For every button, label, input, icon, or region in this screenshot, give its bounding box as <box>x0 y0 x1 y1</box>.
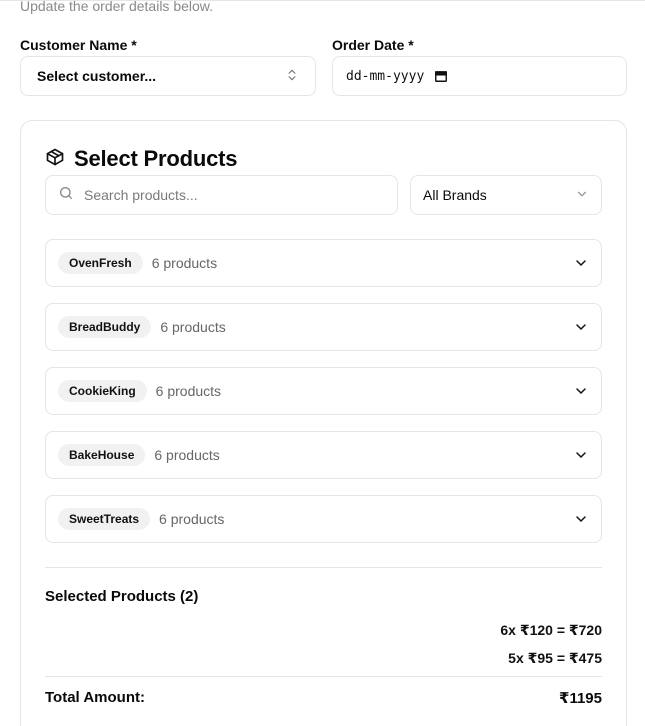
selected-products-title: Selected Products (2) <box>45 588 199 605</box>
select-products-title: Select Products <box>74 146 238 171</box>
customer-name-label: Customer Name * <box>20 37 137 53</box>
selected-line-item: 6x ₹120 = ₹720 <box>500 622 602 638</box>
chevron-down-icon <box>575 187 589 204</box>
brand-badge: SweetTreats <box>58 508 151 530</box>
brand-product-count: 6 products <box>154 447 220 463</box>
select-products-header: Select Products <box>45 146 237 172</box>
brand-badge: CookieKing <box>58 380 147 402</box>
brand-badge: BreadBuddy <box>58 316 152 338</box>
brand-product-count: 6 products <box>160 319 226 335</box>
total-divider <box>45 676 602 677</box>
package-icon <box>45 147 65 172</box>
chevron-down-icon[interactable] <box>573 319 589 335</box>
chevron-down-icon[interactable] <box>573 511 589 527</box>
chevron-down-icon[interactable] <box>573 255 589 271</box>
order-date-value: dd-mm-yyyy <box>346 68 425 84</box>
section-divider <box>45 567 602 568</box>
search-icon <box>58 185 74 206</box>
brand-group-cookieking[interactable]: CookieKing 6 products <box>45 367 602 415</box>
brand-group-ovenfresh[interactable]: OvenFresh 6 products <box>45 239 602 287</box>
brand-filter-select[interactable]: All Brands <box>410 175 602 215</box>
form-subtitle: Update the order details below. <box>20 0 214 14</box>
chevron-down-icon[interactable] <box>573 383 589 399</box>
product-search[interactable] <box>45 175 398 215</box>
customer-select-value: Select customer... <box>37 68 157 84</box>
calendar-icon[interactable] <box>434 69 448 83</box>
brand-badge: BakeHouse <box>58 444 146 466</box>
chevrons-up-down-icon <box>285 68 299 85</box>
brand-product-count: 6 products <box>155 383 222 399</box>
order-date-input[interactable]: dd-mm-yyyy <box>332 56 627 96</box>
customer-select[interactable]: Select customer... <box>20 56 316 96</box>
chevron-down-icon[interactable] <box>573 447 589 463</box>
brand-badge: OvenFresh <box>58 252 143 274</box>
total-amount-label: Total Amount: <box>45 689 145 706</box>
brand-product-count: 6 products <box>159 511 225 527</box>
brand-product-count: 6 products <box>151 255 218 271</box>
product-search-input[interactable] <box>84 187 364 203</box>
brand-group-bakehouse[interactable]: BakeHouse 6 products <box>45 431 602 479</box>
total-amount-value: ₹1195 <box>559 690 602 707</box>
brand-filter-value: All Brands <box>423 187 487 203</box>
brand-group-sweettreats[interactable]: SweetTreats 6 products <box>45 495 602 543</box>
brand-group-breadbuddy[interactable]: BreadBuddy 6 products <box>45 303 602 351</box>
selected-line-item: 5x ₹95 = ₹475 <box>508 650 602 666</box>
order-date-label: Order Date * <box>332 37 414 53</box>
